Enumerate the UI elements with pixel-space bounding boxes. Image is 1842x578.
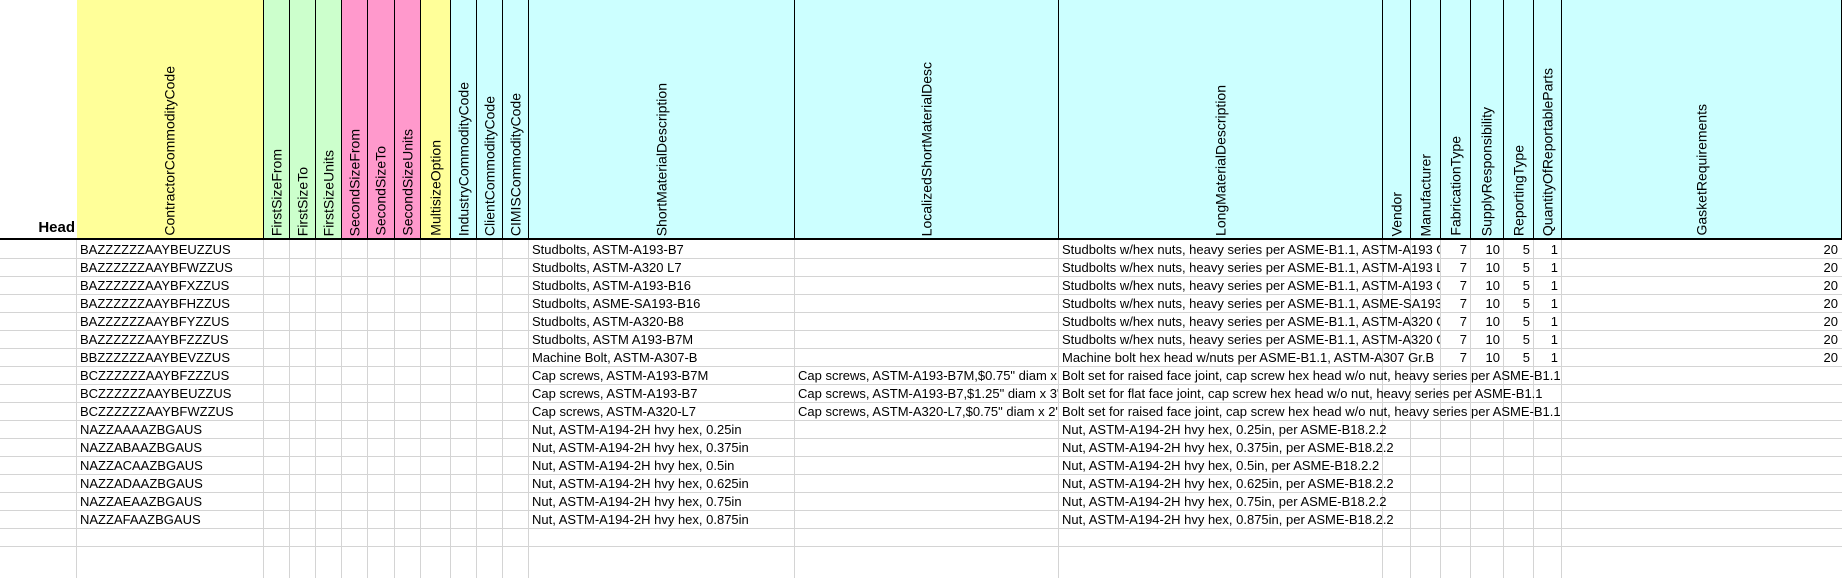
column-header-label: ContractorCommodityCode [161, 66, 178, 236]
column-header-label: CIMISCommodityCode [507, 92, 523, 236]
column-header-cimis[interactable]: CIMISCommodityCode [503, 0, 529, 239]
column-header-label: ReportingType [1510, 144, 1526, 236]
column-header-label: SecondSizeTo [372, 146, 389, 236]
column-header-label: FirstSizeFrom [268, 148, 284, 236]
column-header-fsunits[interactable]: FirstSizeUnits [316, 0, 342, 239]
column-header-gasket[interactable]: GasketRequirements [1562, 0, 1842, 239]
column-header-contractor[interactable]: ContractorCommodityCode [77, 0, 264, 239]
column-header-label: IndustryCommodityCode [455, 81, 471, 236]
spreadsheet-grid[interactable]: Head ContractorCommodityCode FirstSizeFrom… [0, 0, 1842, 578]
column-header-fsto[interactable]: FirstSizeTo [290, 0, 316, 239]
column-header-label: ShortMaterialDescription [653, 82, 669, 236]
cell-contractor[interactable]: NAZZAFAAZBGAUS [80, 509, 528, 530]
column-header-supply[interactable]: SupplyResponsibility [1471, 0, 1504, 239]
column-header-qty[interactable]: QuantityOfReportableParts [1534, 0, 1562, 239]
column-header-label: MultisizeOption [427, 140, 443, 236]
column-header-label: Manufacturer [1417, 153, 1433, 236]
column-header-reporting[interactable]: ReportingType [1504, 0, 1534, 239]
column-header-label: Vendor [1388, 191, 1404, 236]
column-header-mfr[interactable]: Manufacturer [1411, 0, 1441, 239]
column-header-label: LocalizedShortMaterialDesc [918, 61, 934, 236]
corner-head-label: Head [38, 219, 75, 236]
column-header-fsfrom[interactable]: FirstSizeFrom [264, 0, 290, 239]
column-header-local[interactable]: LocalizedShortMaterialDesc [795, 0, 1059, 239]
row-gridline [0, 546, 1842, 547]
column-header-ssunits[interactable]: SecondSizeUnits [395, 0, 421, 239]
column-header-industry[interactable]: IndustryCommodityCode [451, 0, 477, 239]
column-header-label: LongMaterialDescription [1212, 85, 1228, 236]
column-header-short[interactable]: ShortMaterialDescription [529, 0, 795, 239]
column-header-vendor[interactable]: Vendor [1383, 0, 1411, 239]
column-header-label: SecondSizeUnits [399, 129, 415, 236]
column-header-ssto[interactable]: SecondSizeTo [368, 0, 395, 239]
column-gridline [528, 240, 529, 578]
column-header-long[interactable]: LongMaterialDescription [1059, 0, 1383, 239]
column-header-label: FabricationType [1447, 136, 1463, 236]
column-header-ssfrom[interactable]: SecondSizeFrom [342, 0, 368, 239]
column-gridline [76, 240, 77, 578]
column-header-label: FirstSizeTo [294, 166, 310, 236]
column-header-fab[interactable]: FabricationType [1441, 0, 1471, 239]
column-header-multi[interactable]: MultisizeOption [421, 0, 451, 239]
column-header-label: QuantityOfReportableParts [1539, 67, 1555, 236]
column-header-label: FirstSizeUnits [320, 149, 336, 236]
cell-long[interactable]: Nut, ASTM-A194-2H hvy hex, 0.875in, per … [1062, 509, 1841, 530]
column-gridline [1058, 240, 1059, 578]
column-header-label: ClientCommodityCode [481, 95, 497, 236]
column-header-label: SupplyResponsibility [1478, 106, 1495, 236]
column-header-label: GasketRequirements [1693, 104, 1709, 236]
cell-short[interactable]: Nut, ASTM-A194-2H hvy hex, 0.875in [532, 509, 1058, 530]
column-header-client[interactable]: ClientCommodityCode [477, 0, 503, 239]
column-header-label: SecondSizeFrom [346, 128, 362, 236]
column-header-head[interactable]: Head [0, 0, 77, 239]
